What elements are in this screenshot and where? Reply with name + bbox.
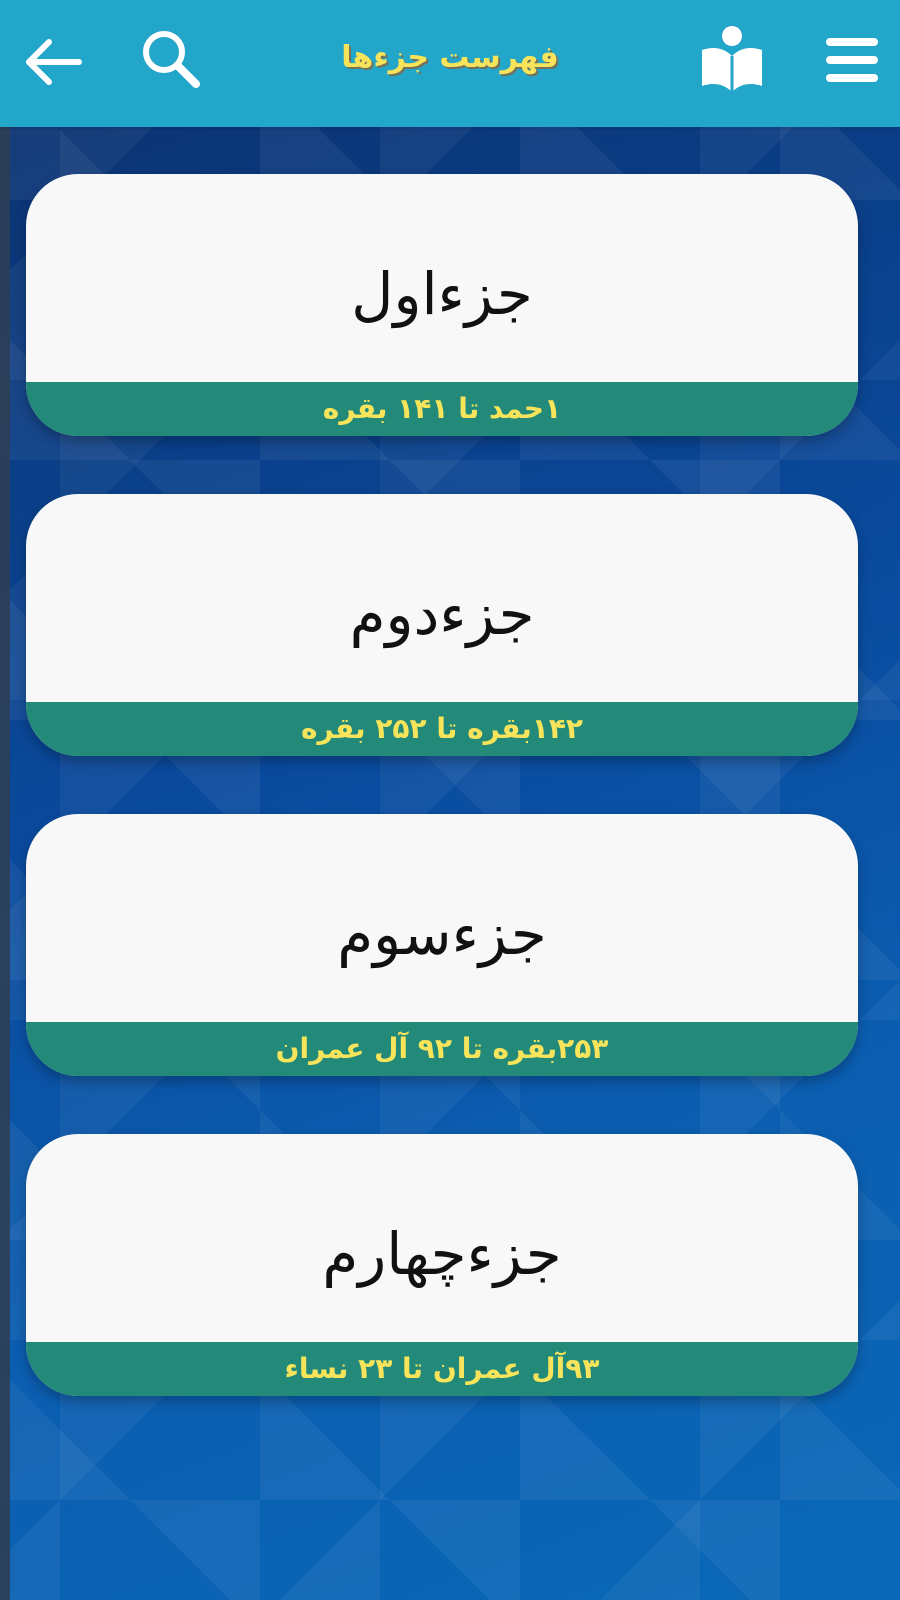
juz-range: ۲۵۳بقره تا ۹۲ آل عمران [275, 1032, 609, 1065]
juz-range-bar: ۹۳آل عمران تا ۲۳ نساء [26, 1342, 858, 1396]
juz-range-bar: ۱حمد تا ۱۴۱ بقره [26, 382, 858, 436]
juz-name: جزءسوم [337, 900, 547, 968]
juz-card-2[interactable]: جزءدوم ۱۴۲بقره تا ۲۵۲ بقره [26, 494, 858, 756]
juz-card-4[interactable]: جزءچهارم ۹۳آل عمران تا ۲۳ نساء [26, 1134, 858, 1396]
juz-card-3[interactable]: جزءسوم ۲۵۳بقره تا ۹۲ آل عمران [26, 814, 858, 1076]
juz-name: جزءدوم [349, 580, 535, 648]
juz-range: ۱۴۲بقره تا ۲۵۲ بقره [300, 712, 584, 745]
juz-list: جزءاول ۱حمد تا ۱۴۱ بقره جزءدوم ۱۴۲بقره ت… [0, 0, 900, 1600]
juz-name: جزءچهارم [322, 1220, 562, 1288]
juz-name: جزءاول [351, 260, 533, 328]
juz-range: ۱حمد تا ۱۴۱ بقره [322, 392, 562, 425]
juz-range-bar: ۲۵۳بقره تا ۹۲ آل عمران [26, 1022, 858, 1076]
juz-range-bar: ۱۴۲بقره تا ۲۵۲ بقره [26, 702, 858, 756]
juz-card-1[interactable]: جزءاول ۱حمد تا ۱۴۱ بقره [26, 174, 858, 436]
juz-range: ۹۳آل عمران تا ۲۳ نساء [284, 1352, 600, 1385]
